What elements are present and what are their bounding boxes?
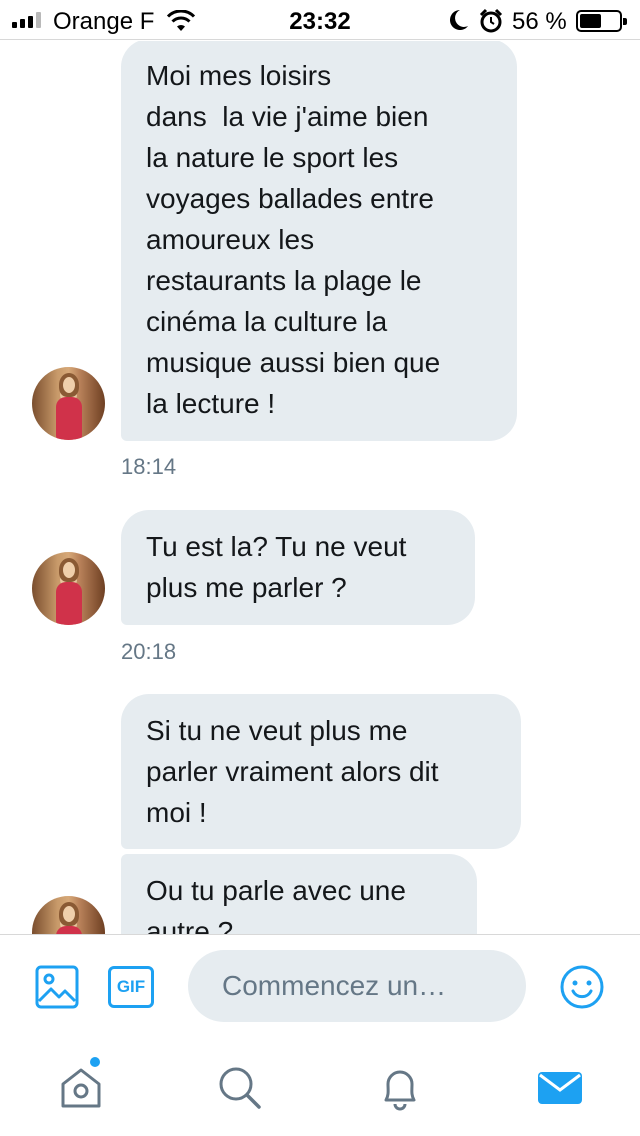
- alarm-icon: [479, 8, 503, 33]
- gif-icon[interactable]: GIF: [108, 966, 154, 1008]
- battery-icon: [576, 10, 627, 32]
- avatar[interactable]: [32, 552, 105, 625]
- message-bubble[interactable]: Ou tu parle avec une autre ?: [121, 854, 477, 934]
- avatar[interactable]: [32, 896, 105, 934]
- emoji-icon[interactable]: [559, 964, 605, 1010]
- message-bubble[interactable]: Moi mes loisirs dans la vie j'aime bien …: [121, 41, 517, 441]
- dm-conversation-screen: Orange F 23:32 56 % Moi mes loisirs dans…: [0, 0, 640, 1136]
- home-new-content-dot: [90, 1057, 100, 1067]
- notifications-icon[interactable]: [374, 1062, 426, 1114]
- composer-bar: GIF Commencez un…: [0, 934, 640, 1038]
- tab-bar: [0, 1040, 640, 1136]
- messages-icon[interactable]: [534, 1062, 586, 1114]
- search-icon[interactable]: [214, 1062, 266, 1114]
- battery-percent: 56 %: [512, 8, 567, 35]
- image-icon[interactable]: [35, 965, 79, 1009]
- message-list[interactable]: Moi mes loisirs dans la vie j'aime bien …: [0, 41, 640, 934]
- do-not-disturb-icon: [450, 10, 468, 30]
- message-input[interactable]: Commencez un…: [188, 950, 526, 1022]
- message-timestamp: 20:18: [121, 639, 177, 664]
- home-icon[interactable]: [55, 1062, 107, 1114]
- avatar[interactable]: [32, 367, 105, 440]
- battery-fill: [580, 14, 602, 28]
- status-bar: Orange F 23:32 56 %: [0, 0, 640, 40]
- message-bubble[interactable]: Si tu ne veut plus me parler vraiment al…: [121, 694, 521, 849]
- message-timestamp: 18:14: [121, 454, 177, 479]
- message-bubble[interactable]: Tu est la? Tu ne veut plus me parler ?: [121, 510, 475, 625]
